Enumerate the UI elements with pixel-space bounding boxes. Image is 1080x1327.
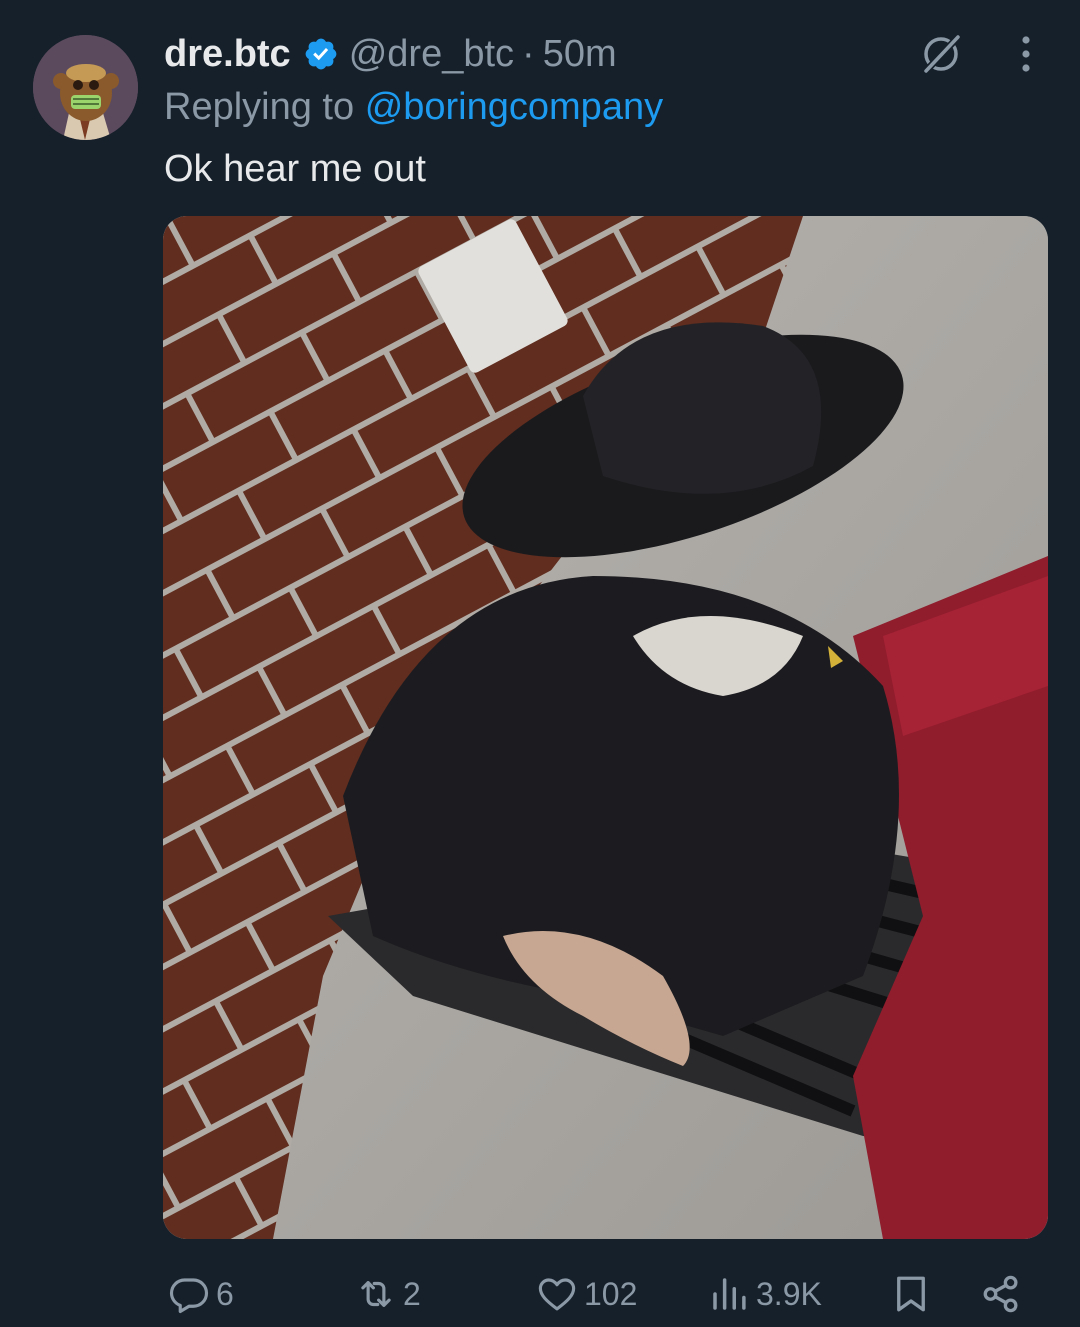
tweet-media[interactable] xyxy=(163,216,1048,1239)
timestamp[interactable]: 50m xyxy=(543,33,617,76)
author-handle[interactable]: @dre_btc xyxy=(349,33,514,76)
views-button[interactable]: 3.9K xyxy=(708,1262,822,1326)
tweet-header: dre.btc @dre_btc · 50m xyxy=(164,28,617,80)
action-bar: 6 2 102 3.9K xyxy=(0,1262,1080,1326)
repost-button[interactable]: 2 xyxy=(355,1262,421,1326)
reply-button[interactable]: 6 xyxy=(168,1262,234,1326)
author-name[interactable]: dre.btc xyxy=(164,33,291,76)
more-options-icon[interactable] xyxy=(1004,32,1048,76)
replying-prefix: Replying to xyxy=(164,86,355,128)
heart-icon xyxy=(538,1278,576,1311)
views-icon xyxy=(713,1278,746,1310)
reply-icon xyxy=(169,1278,209,1314)
share-button[interactable] xyxy=(980,1262,1022,1326)
share-icon xyxy=(983,1275,1018,1313)
bookmark-button[interactable] xyxy=(890,1262,932,1326)
time-separator: · xyxy=(522,32,535,75)
like-count: 102 xyxy=(584,1275,638,1312)
replying-mention-link[interactable]: @boringcompany xyxy=(365,86,663,128)
views-count: 3.9K xyxy=(756,1275,822,1312)
repost-icon xyxy=(361,1281,391,1307)
replying-to: Replying to @boringcompany xyxy=(164,86,663,129)
bookmark-icon xyxy=(897,1276,925,1312)
like-button[interactable]: 102 xyxy=(536,1262,637,1326)
grok-icon[interactable] xyxy=(917,30,965,78)
repost-count: 2 xyxy=(403,1275,421,1312)
verified-badge-icon xyxy=(305,38,337,70)
avatar[interactable] xyxy=(33,35,138,140)
media-image xyxy=(163,216,1048,1239)
tweet-text: Ok hear me out xyxy=(164,148,426,190)
reply-count: 6 xyxy=(216,1275,234,1312)
